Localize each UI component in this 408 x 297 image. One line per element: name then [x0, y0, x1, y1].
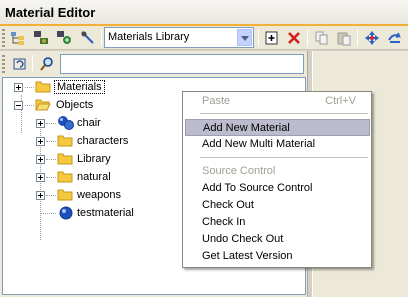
title-bar: Material Editor — [0, 0, 408, 26]
menu-item-label: Paste — [202, 95, 231, 107]
menu-item-label: Add To Source Control — [202, 182, 313, 194]
menu-item-check-in[interactable]: Check In — [185, 214, 370, 231]
context-menu: Paste Ctrl+V Add New Material Add New Mu… — [182, 91, 372, 268]
refresh-icon — [388, 32, 401, 43]
tree-node-label: Materials — [54, 80, 105, 94]
folder-icon — [57, 153, 73, 165]
folder-icon — [57, 171, 73, 183]
material-list-icon — [34, 31, 48, 44]
pick-icon — [81, 31, 94, 44]
delete-button[interactable] — [283, 27, 305, 49]
chevron-down-icon[interactable] — [237, 29, 252, 46]
add-material-icon — [57, 31, 71, 44]
folder-open-icon — [35, 99, 51, 111]
folder-icon — [57, 135, 73, 147]
pick-button[interactable] — [77, 27, 99, 49]
menu-item-add-new-multi-material[interactable]: Add New Multi Material — [185, 136, 370, 153]
folder-icon — [35, 81, 51, 93]
multi-material-icon — [58, 116, 74, 130]
tree-node-label: chair — [77, 117, 101, 129]
search-button[interactable] — [36, 53, 58, 75]
menu-item-source-control[interactable]: Source Control — [185, 163, 370, 180]
tree-node-label: Library — [77, 153, 111, 165]
material-icon — [59, 206, 73, 220]
window-title: Material Editor — [5, 5, 96, 20]
delete-icon — [288, 32, 300, 44]
new-button[interactable] — [261, 27, 283, 49]
menu-item-shortcut: Ctrl+V — [325, 95, 356, 107]
copy-button[interactable] — [311, 27, 333, 49]
menu-separator — [200, 113, 368, 114]
menu-item-label: Check In — [202, 216, 246, 228]
tree-node-label: Objects — [56, 99, 94, 111]
add-material-button[interactable] — [53, 27, 75, 49]
toolbar-grip[interactable] — [2, 29, 5, 47]
collapse-icon[interactable] — [14, 101, 23, 110]
menu-item-label: Undo Check Out — [202, 233, 284, 245]
expand-icon[interactable] — [36, 137, 45, 146]
tree-node-label: weapons — [77, 189, 122, 201]
search-input[interactable] — [60, 54, 304, 74]
tree-node-label: testmaterial — [77, 207, 134, 219]
assign-button[interactable] — [361, 27, 383, 49]
tree-node-label: characters — [77, 135, 129, 147]
library-select-value: Materials Library — [108, 31, 190, 43]
menu-item-label: Source Control — [202, 165, 276, 177]
menu-item-get-latest-version[interactable]: Get Latest Version — [185, 248, 370, 265]
paste-icon — [337, 32, 351, 46]
new-icon — [265, 31, 278, 45]
refresh-button[interactable] — [384, 27, 406, 49]
folder-icon — [57, 189, 73, 201]
tree-node-label: natural — [77, 171, 111, 183]
reload-icon — [13, 58, 26, 70]
search-icon — [40, 57, 53, 71]
menu-item-label: Get Latest Version — [202, 250, 293, 262]
library-select[interactable]: Materials Library — [104, 27, 254, 48]
library-tree-icon — [11, 32, 24, 45]
expand-icon[interactable] — [36, 155, 45, 164]
menu-item-undo-check-out[interactable]: Undo Check Out — [185, 231, 370, 248]
library-tree-button[interactable] — [7, 27, 29, 49]
menu-item-label: Add New Material — [203, 122, 290, 134]
expand-icon[interactable] — [36, 173, 45, 182]
menu-item-check-out[interactable]: Check Out — [185, 197, 370, 214]
expand-icon[interactable] — [36, 191, 45, 200]
assign-icon — [365, 31, 379, 45]
material-list-button[interactable] — [30, 27, 52, 49]
paste-button[interactable] — [333, 27, 355, 49]
tree-toolbar — [0, 51, 308, 77]
menu-item-label: Add New Multi Material — [202, 138, 316, 150]
reload-tree-button[interactable] — [9, 53, 31, 75]
menu-item-label: Check Out — [202, 199, 254, 211]
menu-item-paste[interactable]: Paste Ctrl+V — [185, 93, 370, 110]
menu-separator — [200, 157, 368, 158]
menu-item-add-to-source-control[interactable]: Add To Source Control — [185, 180, 370, 197]
expand-icon[interactable] — [14, 83, 23, 92]
expand-icon[interactable] — [36, 119, 45, 128]
copy-icon — [315, 31, 328, 45]
menu-item-add-new-material[interactable]: Add New Material — [185, 119, 370, 136]
